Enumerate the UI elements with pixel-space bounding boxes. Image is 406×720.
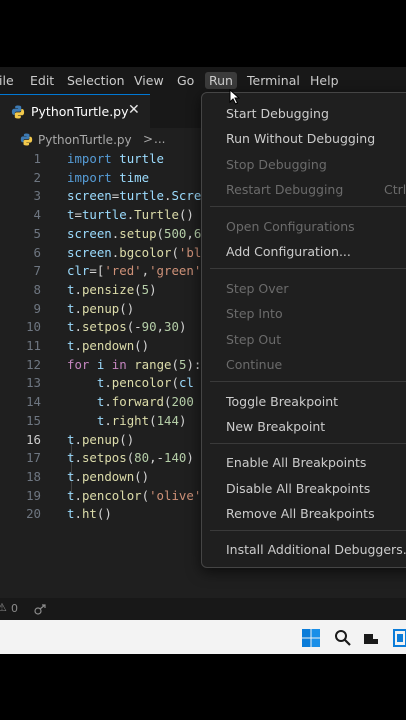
code-text: t.right(144) [96,412,187,428]
menu-bar: ile Edit Selection View Go Run Terminal … [0,67,406,94]
code-text: for i in range(5): [67,356,202,372]
line-number: 7 [33,263,41,279]
code-text: screen.bgcolor('bl [67,244,202,260]
line-number: 16 [26,431,41,447]
code-text: t.setpos(-90,30) [67,319,187,335]
code-text: screen=turtle.Scre [67,188,202,204]
line-number: 15 [26,412,41,428]
menu-separator [210,381,406,382]
menu-item-install-additional-debuggers[interactable]: Install Additional Debuggers... [226,542,406,557]
line-number: 8 [33,281,41,297]
menu-item-stop-debugging: Stop Debugging [226,157,327,172]
status-bar: ⚠ 0 [0,598,406,620]
breadcrumb-more[interactable]: ... [154,132,165,146]
menu-item-open-configurations: Open Configurations [226,219,355,234]
menu-separator [210,268,406,269]
menu-run[interactable]: Run [205,72,237,89]
code-text: t.forward(200 [96,394,194,410]
menu-item-start-debugging[interactable]: Start Debugging [226,106,329,121]
code-text: t.pensize(5) [67,281,157,297]
python-file-icon [20,133,33,146]
menu-separator [210,443,406,444]
code-text: t.ht() [67,506,112,522]
file-explorer-icon[interactable] [392,629,406,647]
line-number: 17 [26,450,41,466]
line-number: 9 [33,300,41,316]
menu-item-restart-debugging: Restart Debugging [226,182,344,197]
run-menu-dropdown: Start Debugging Run Without Debugging St… [201,92,406,568]
line-number: 6 [33,244,41,260]
menu-item-new-breakpoint[interactable]: New Breakpoint [226,419,325,434]
code-text: import turtle [67,151,164,166]
line-number: 11 [26,338,41,353]
line-number: 3 [33,188,41,204]
task-view-icon[interactable] [363,630,379,646]
menu-edit[interactable]: Edit [30,73,54,88]
code-text: t.pendown() [67,338,150,353]
code-text: t=turtle.Turtle() [67,207,194,223]
code-text: screen.setup(500,6 [67,225,202,241]
menu-item-run-without-debugging[interactable]: Run Without Debugging [226,131,375,146]
code-text: t.penup() [67,431,135,447]
line-number: 1 [33,151,41,166]
problems-count[interactable]: 0 [11,602,18,615]
line-number: 5 [33,225,41,241]
vscode-window: ile Edit Selection View Go Run Terminal … [0,67,406,654]
mouse-cursor-icon [229,89,240,105]
line-number: 2 [33,169,41,185]
menu-item-toggle-breakpoint[interactable]: Toggle Breakpoint [226,394,338,409]
menu-terminal[interactable]: Terminal [247,73,300,88]
code-text: t.pencolor('olive' [67,487,202,503]
python-file-icon [11,105,25,119]
windows-taskbar [0,620,406,654]
line-number: 14 [26,394,41,410]
menu-item-remove-all-breakpoints[interactable]: Remove All Breakpoints [226,506,375,521]
menu-item-add-configuration[interactable]: Add Configuration... [226,244,351,259]
menu-separator [210,206,406,207]
menu-item-disable-all-breakpoints[interactable]: Disable All Breakpoints [226,481,370,496]
code-text: import time [67,169,150,185]
line-number: 4 [33,207,41,223]
code-text: t.setpos(80,-140) [67,450,194,466]
warning-icon[interactable]: ⚠ [0,601,7,614]
close-icon[interactable]: ✕ [128,102,140,118]
menu-view[interactable]: View [134,73,164,88]
menu-go[interactable]: Go [177,73,194,88]
breadcrumb-separator: > [143,132,154,146]
menu-separator [210,530,406,531]
menu-item-continue: Continue [226,357,283,372]
line-number: 19 [26,487,41,503]
menu-item-step-over: Step Over [226,281,289,296]
line-number: 13 [26,375,41,391]
line-number: 10 [26,319,41,335]
menu-item-step-into: Step Into [226,306,283,321]
code-text: t.penup() [67,300,135,316]
broadcast-icon[interactable] [33,602,47,616]
line-number: 20 [26,506,41,522]
menu-item-step-out: Step Out [226,332,282,347]
menu-help[interactable]: Help [310,73,339,88]
menu-selection[interactable]: Selection [67,73,125,88]
tab-label: PythonTurtle.py [31,104,129,119]
code-text: t.pendown() [67,468,150,484]
windows-start-icon[interactable] [302,629,320,647]
breadcrumb-file[interactable]: PythonTurtle.py [38,133,132,147]
code-text: clr=['red','green' [67,263,202,279]
restart-shortcut: Ctrl+ [384,182,406,197]
menu-item-enable-all-breakpoints[interactable]: Enable All Breakpoints [226,455,366,470]
search-icon[interactable] [334,629,352,647]
tab-python-turtle[interactable]: PythonTurtle.py ✕ [0,94,150,128]
code-text: t.pencolor(cl [96,375,194,391]
line-number: 12 [26,356,41,372]
menu-file[interactable]: ile [0,73,14,88]
line-number: 18 [26,468,41,484]
